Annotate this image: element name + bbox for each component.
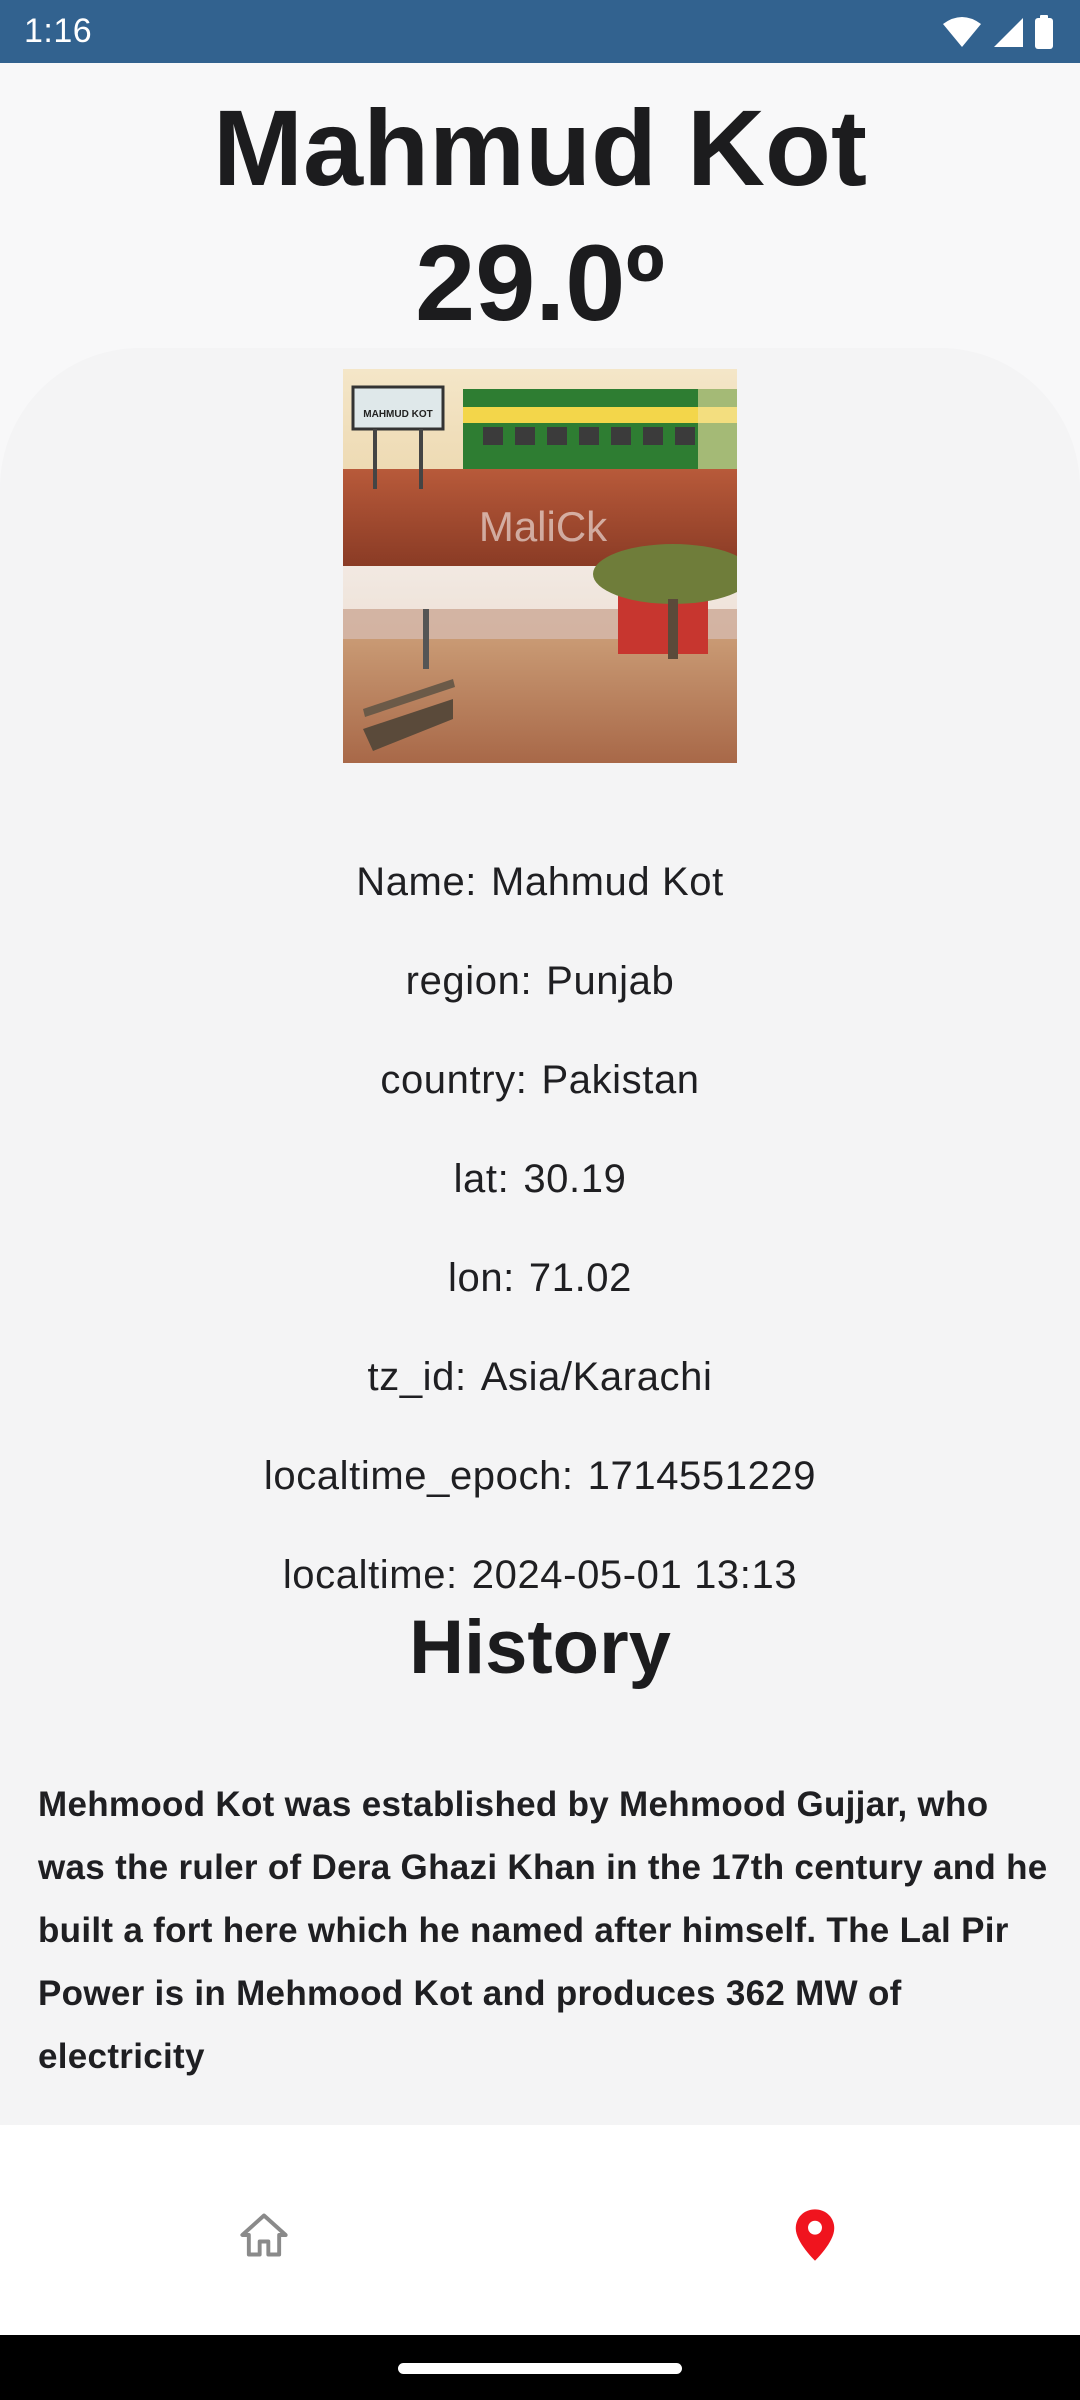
detail-label: region: — [405, 959, 533, 1003]
detail-label: lat: — [453, 1157, 510, 1201]
wifi-icon — [943, 16, 981, 47]
detail-label: country: — [380, 1058, 528, 1102]
history-heading: History — [409, 1605, 671, 1690]
detail-row-lat: lat: 30.19 — [0, 1130, 1080, 1229]
city-title: Mahmud Kot — [213, 87, 867, 208]
detail-value: Mahmud Kot — [491, 860, 724, 904]
bottom-navigation — [0, 2125, 1080, 2335]
cellular-signal-icon — [994, 17, 1023, 47]
detail-row-region: region: Punjab — [0, 932, 1080, 1031]
detail-row-lon: lon: 71.02 — [0, 1229, 1080, 1328]
detail-row-tz-id: tz_id: Asia/Karachi — [0, 1328, 1080, 1427]
detail-label: Name: — [356, 860, 478, 904]
detail-row-country: country: Pakistan — [0, 1031, 1080, 1130]
location-pin-icon — [795, 2209, 835, 2261]
nav-location-button[interactable] — [775, 2195, 855, 2275]
city-detail-screen: Mahmud Kot 29.0º MAHMUD KOT MaliCk Name:… — [0, 63, 1080, 2148]
city-photo: MAHMUD KOT MaliCk — [343, 369, 737, 763]
photo-watermark: MaliCk — [479, 503, 608, 550]
history-paragraph: Mehmood Kot was established by Mehmood G… — [38, 1785, 1048, 2076]
station-sign-text: MAHMUD KOT — [363, 409, 432, 420]
detail-value: Asia/Karachi — [480, 1355, 713, 1399]
detail-label: tz_id: — [367, 1355, 467, 1399]
gesture-handle[interactable] — [398, 2363, 682, 2374]
detail-value: Pakistan — [541, 1058, 700, 1102]
system-navigation-bar — [0, 2335, 1080, 2400]
temperature-value: 29.0º — [415, 222, 665, 343]
location-details: Name: Mahmud Kot region: Punjab country: Pa… — [0, 833, 1080, 1625]
detail-value: Punjab — [546, 959, 675, 1003]
detail-label: localtime: — [282, 1553, 458, 1597]
detail-label: localtime_epoch: — [263, 1454, 574, 1498]
detail-value: 71.02 — [528, 1256, 632, 1300]
status-icons — [942, 14, 1054, 49]
detail-label: lon: — [447, 1256, 515, 1300]
nav-home-button[interactable] — [224, 2195, 304, 2275]
home-icon — [240, 2213, 288, 2257]
detail-value: 2024-05-01 13:13 — [471, 1553, 798, 1597]
status-time: 1:16 — [24, 12, 93, 50]
detail-value: 30.19 — [523, 1157, 627, 1201]
detail-value: 1714551229 — [587, 1454, 817, 1498]
status-bar: 1:16 — [0, 0, 1080, 63]
detail-row-localtime-epoch: localtime_epoch: 1714551229 — [0, 1427, 1080, 1526]
detail-row-name: Name: Mahmud Kot — [0, 833, 1080, 932]
battery-icon — [1035, 14, 1053, 49]
